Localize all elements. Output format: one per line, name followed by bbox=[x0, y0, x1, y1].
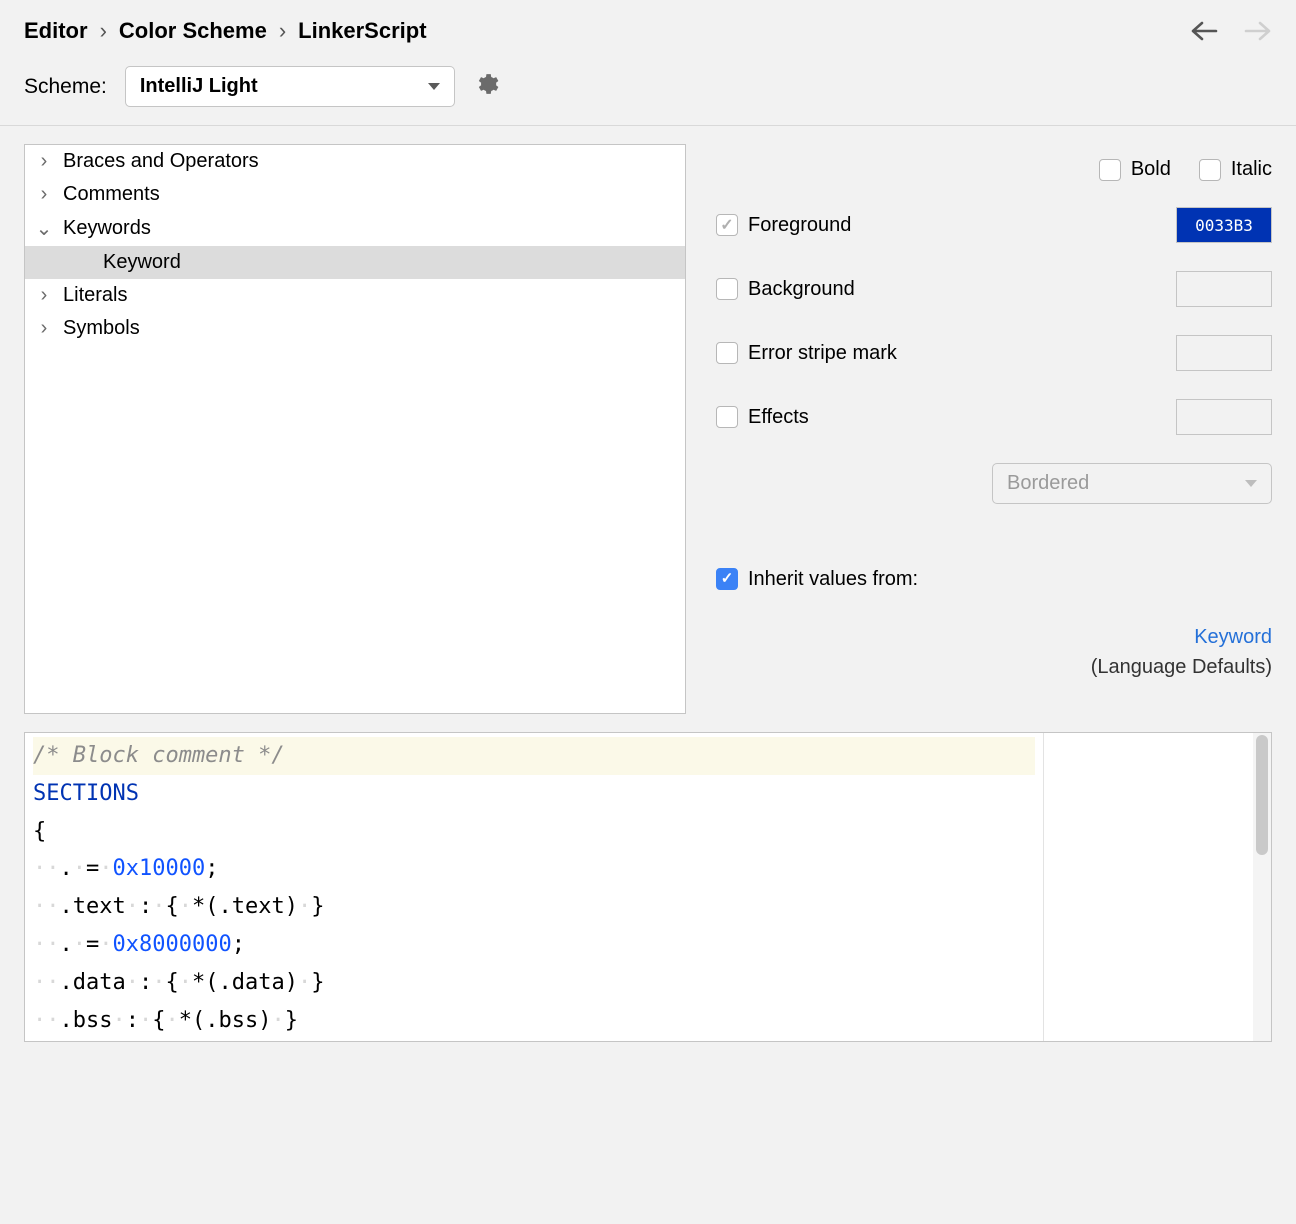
scheme-label: Scheme: bbox=[24, 75, 107, 99]
background-checkbox[interactable]: Background bbox=[716, 278, 855, 301]
tree-item-braces[interactable]: › Braces and Operators bbox=[25, 145, 685, 178]
effects-color[interactable] bbox=[1176, 399, 1272, 435]
chevron-down-icon bbox=[1245, 480, 1257, 487]
breadcrumb-item: LinkerScript bbox=[298, 18, 426, 44]
gear-icon[interactable] bbox=[473, 71, 499, 103]
chevron-down-icon bbox=[428, 83, 440, 90]
error-stripe-checkbox[interactable]: Error stripe mark bbox=[716, 342, 897, 365]
chevron-right-icon: › bbox=[35, 150, 53, 173]
tree-item-comments[interactable]: › Comments bbox=[25, 178, 685, 211]
tree-item-keyword[interactable]: Keyword bbox=[25, 246, 685, 279]
foreground-checkbox[interactable]: Foreground bbox=[716, 214, 851, 237]
effects-checkbox[interactable]: Effects bbox=[716, 406, 809, 429]
chevron-right-icon: › bbox=[100, 18, 107, 44]
effects-type-select[interactable]: Bordered bbox=[992, 463, 1272, 504]
chevron-right-icon: › bbox=[35, 317, 53, 340]
code-preview[interactable]: /* Block comment */SECTIONS { ·· . = .·=… bbox=[25, 733, 1043, 1041]
chevron-right-icon: › bbox=[35, 284, 53, 307]
chevron-right-icon: › bbox=[279, 18, 286, 44]
inherit-source: (Language Defaults) bbox=[1091, 656, 1272, 678]
background-color[interactable] bbox=[1176, 271, 1272, 307]
foreground-color[interactable]: 0033B3 bbox=[1176, 207, 1272, 243]
inherit-link[interactable]: Keyword bbox=[1194, 626, 1272, 648]
properties-panel: Bold Italic Foreground 0033B3 Background bbox=[716, 144, 1272, 714]
tree-item-symbols[interactable]: › Symbols bbox=[25, 312, 685, 345]
breadcrumb-item[interactable]: Editor bbox=[24, 18, 88, 44]
breadcrumb-item[interactable]: Color Scheme bbox=[119, 18, 267, 44]
attribute-tree[interactable]: › Braces and Operators › Comments ⌄ Keyw… bbox=[24, 144, 686, 714]
back-button[interactable] bbox=[1190, 20, 1218, 42]
forward-button bbox=[1244, 20, 1272, 42]
italic-checkbox[interactable]: Italic bbox=[1199, 158, 1272, 181]
preview-gutter bbox=[1043, 733, 1253, 1041]
chevron-right-icon: › bbox=[35, 183, 53, 206]
tree-item-keywords[interactable]: ⌄ Keywords bbox=[25, 211, 685, 246]
breadcrumb: Editor › Color Scheme › LinkerScript bbox=[24, 18, 427, 44]
scheme-select[interactable]: IntelliJ Light bbox=[125, 66, 455, 107]
error-stripe-color[interactable] bbox=[1176, 335, 1272, 371]
bold-checkbox[interactable]: Bold bbox=[1099, 158, 1171, 181]
scheme-value: IntelliJ Light bbox=[140, 75, 258, 98]
preview-panel: /* Block comment */SECTIONS { ·· . = .·=… bbox=[24, 732, 1272, 1042]
chevron-down-icon: ⌄ bbox=[35, 216, 53, 241]
scrollbar[interactable] bbox=[1253, 733, 1271, 1041]
inherit-checkbox[interactable]: Inherit values from: bbox=[716, 564, 918, 594]
tree-item-literals[interactable]: › Literals bbox=[25, 279, 685, 312]
